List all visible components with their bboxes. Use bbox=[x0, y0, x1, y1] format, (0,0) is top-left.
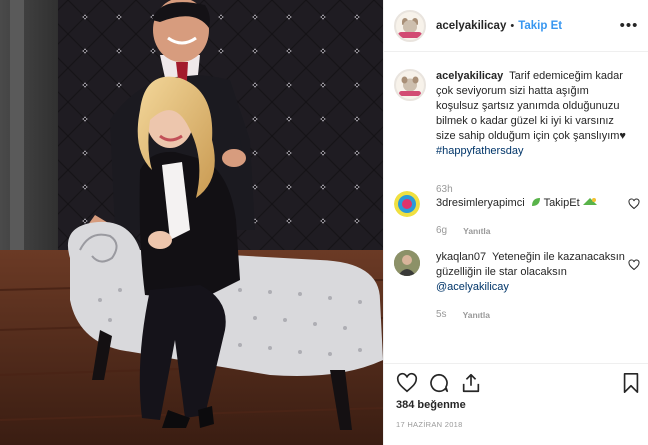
sparkle-emoji-icon bbox=[582, 198, 597, 205]
comments-list[interactable]: acelyakilicay Tarif edemiceğim kadar çok… bbox=[384, 53, 648, 363]
post-photo[interactable] bbox=[0, 0, 383, 445]
comment-item: 3dresimleryapimci TakipEt 6g Yanıtla bbox=[394, 191, 642, 239]
author-username[interactable]: acelyakilicay bbox=[436, 20, 506, 32]
post-actions: 384 beğenme 17 HAZİRAN 2018 bbox=[384, 363, 648, 445]
like-heart-icon[interactable] bbox=[396, 372, 418, 394]
comment-time[interactable]: 5s bbox=[436, 309, 447, 320]
post-date[interactable]: 17 HAZİRAN 2018 bbox=[396, 420, 463, 429]
post-header: acelyakilicay • Takip Et ••• bbox=[384, 0, 648, 52]
comment-text: TakipEt bbox=[543, 197, 580, 209]
comment-meta: 5s Yanıtla bbox=[436, 309, 490, 320]
comment-body: ykaqlan07 Yeteneğin ile kazanacaksın güz… bbox=[436, 250, 632, 295]
comment-username[interactable]: 3dresimleryapimci bbox=[436, 197, 525, 209]
caption: acelyakilicay Tarif edemiceğim kadar çok… bbox=[394, 69, 642, 199]
3d-logo-icon bbox=[394, 191, 420, 217]
comment-meta: 6g Yanıtla bbox=[436, 225, 491, 236]
caption-hashtag[interactable]: #happyfathersday bbox=[436, 145, 523, 157]
comment-bubble-icon[interactable] bbox=[428, 372, 450, 394]
reply-button[interactable]: Yanıtla bbox=[463, 309, 490, 320]
caption-body: acelyakilicay Tarif edemiceğim kadar çok… bbox=[436, 69, 632, 159]
avatar-collar bbox=[398, 31, 422, 38]
comment-mention[interactable]: @acelyakilicay bbox=[436, 281, 509, 293]
comment-like-heart-icon[interactable] bbox=[628, 259, 640, 271]
avatar-dog-face bbox=[403, 19, 417, 33]
user-photo-icon bbox=[394, 250, 420, 276]
bookmark-icon[interactable] bbox=[620, 372, 642, 394]
post-side-panel: acelyakilicay • Takip Et ••• acelyakilic… bbox=[383, 0, 648, 445]
heart-emoji: ♥ bbox=[619, 130, 626, 142]
comment-username[interactable]: ykaqlan07 bbox=[436, 251, 486, 263]
author-avatar[interactable] bbox=[394, 9, 426, 42]
caption-username[interactable]: acelyakilicay bbox=[436, 70, 503, 82]
photo-illustration bbox=[0, 0, 383, 445]
share-icon[interactable] bbox=[460, 372, 482, 394]
separator-dot: • bbox=[510, 19, 515, 32]
reply-button[interactable]: Yanıtla bbox=[463, 225, 490, 236]
comment-item: ykaqlan07 Yeteneğin ile kazanacaksın güz… bbox=[394, 250, 642, 330]
leaf-emoji-icon bbox=[531, 198, 540, 206]
more-horizontal-icon[interactable]: ••• bbox=[619, 15, 639, 35]
comment-avatar[interactable] bbox=[394, 191, 420, 217]
comment-avatar[interactable] bbox=[394, 250, 420, 276]
follow-button[interactable]: Takip Et bbox=[518, 20, 562, 32]
comment-body: 3dresimleryapimci TakipEt bbox=[436, 196, 632, 211]
caption-avatar[interactable] bbox=[394, 69, 426, 101]
comment-like-heart-icon[interactable] bbox=[628, 198, 640, 210]
dog-avatar-icon bbox=[399, 76, 421, 96]
likes-count[interactable]: 384 beğenme bbox=[396, 399, 466, 411]
comment-time[interactable]: 6g bbox=[436, 225, 447, 236]
